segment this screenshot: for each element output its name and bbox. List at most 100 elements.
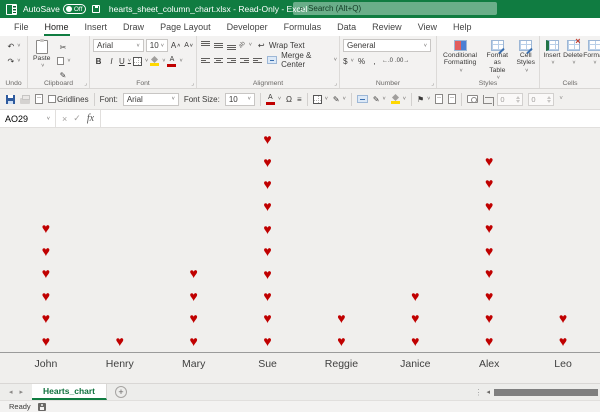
- formula-input[interactable]: [101, 110, 600, 127]
- font-name-combobox[interactable]: Arial: [93, 39, 144, 52]
- number-dialog-launcher-icon[interactable]: ⌟: [431, 81, 434, 87]
- accessibility-icon[interactable]: [37, 402, 46, 411]
- tab-file[interactable]: File: [6, 18, 37, 36]
- tab-developer[interactable]: Developer: [219, 18, 276, 36]
- qat-draw-border-button[interactable]: ✎: [333, 95, 346, 104]
- borders-button[interactable]: [133, 55, 148, 67]
- scrollbar-thumb[interactable]: [494, 388, 598, 396]
- cancel-icon[interactable]: ×: [62, 114, 67, 124]
- qat-erase-border-button[interactable]: ✎: [373, 95, 386, 104]
- underline-button[interactable]: U: [119, 55, 131, 67]
- number-format-combobox[interactable]: General: [343, 39, 431, 52]
- delete-cells-button[interactable]: Delete: [563, 37, 583, 68]
- wrap-text-button[interactable]: ↩ Wrap Text: [258, 39, 305, 51]
- sheet-nav-right-icon[interactable]: ▸: [20, 388, 24, 396]
- font-size-combobox[interactable]: 10: [145, 39, 168, 52]
- group-objects-button[interactable]: [435, 94, 444, 104]
- horizontal-scrollbar[interactable]: [494, 385, 600, 400]
- quick-print-button[interactable]: [20, 94, 30, 104]
- save-icon[interactable]: [91, 5, 100, 13]
- orientation-button[interactable]: ab: [238, 39, 252, 51]
- align-right-button[interactable]: [226, 54, 237, 66]
- crop-button[interactable]: [483, 94, 495, 106]
- spinner-arrows-icon[interactable]: [516, 95, 521, 103]
- format-cells-button[interactable]: Format: [583, 39, 600, 68]
- decrease-font-size-button[interactable]: A ˅: [183, 40, 194, 52]
- height-spinner[interactable]: 0: [528, 92, 555, 106]
- spinner-arrows-icon[interactable]: [547, 95, 552, 103]
- undo-button[interactable]: ↶: [8, 40, 21, 52]
- align-center-button[interactable]: [213, 54, 224, 66]
- font-dialog-launcher-icon[interactable]: ⌟: [191, 81, 194, 87]
- qat-font-color-button[interactable]: A: [265, 94, 281, 105]
- qat-borders-button[interactable]: [312, 94, 328, 104]
- camera-button[interactable]: [467, 95, 479, 103]
- align-top-button[interactable]: [200, 39, 211, 51]
- toolbar-overflow-button[interactable]: ˅: [559, 96, 563, 102]
- new-sheet-button[interactable]: +: [115, 386, 128, 398]
- copy-button[interactable]: [55, 55, 70, 67]
- align-middle-button[interactable]: [213, 39, 224, 51]
- fill-color-button[interactable]: [150, 55, 165, 67]
- align-bottom-button[interactable]: [226, 39, 237, 51]
- tab-data[interactable]: Data: [329, 18, 364, 36]
- decrease-decimal-button[interactable]: .00→: [395, 55, 409, 67]
- ungroup-objects-button[interactable]: [448, 94, 457, 104]
- alignment-dialog-launcher-icon[interactable]: ⌟: [334, 81, 337, 87]
- chart-sheet[interactable]: ♥ ♥ ♥ ♥ ♥ ♥ ♥ ♥ ♥ ♥ ♥ ♥ ♥ ♥ ♥ ♥ ♥ ♥ ♥ ♥ ♥ ♥ ♥ ♥ ♥ ♥ ♥ ♥ ♥ ♥ ♥ ♥ ♥ ♥ ♥ ♥ ♥ Jo…: [0, 128, 600, 383]
- clipboard-dialog-launcher-icon[interactable]: ⌟: [84, 81, 87, 87]
- increase-indent-button[interactable]: [252, 54, 263, 66]
- tab-review[interactable]: Review: [364, 18, 410, 36]
- tab-view[interactable]: View: [410, 18, 445, 36]
- tab-home[interactable]: Home: [37, 18, 77, 36]
- bold-button[interactable]: B: [93, 55, 104, 67]
- gridlines-checkbox[interactable]: [48, 95, 56, 103]
- flag-button[interactable]: ⚑: [417, 95, 430, 104]
- save-button[interactable]: [6, 94, 15, 104]
- qat-size-combobox[interactable]: 10: [224, 92, 255, 106]
- font-color-button[interactable]: A: [167, 55, 182, 67]
- qat-fill-color-button[interactable]: [390, 93, 406, 104]
- format-painter-button[interactable]: ✎: [55, 69, 70, 81]
- tab-page-layout[interactable]: Page Layout: [152, 18, 219, 36]
- autosave-toggle[interactable]: Off: [62, 4, 86, 14]
- width-spinner[interactable]: 0: [497, 92, 524, 106]
- gridlines-toggle[interactable]: Gridlines: [48, 95, 89, 104]
- merge-center-button[interactable]: Merge & Center: [267, 51, 337, 69]
- format-as-table-button[interactable]: Format as Table: [483, 39, 511, 82]
- tab-draw[interactable]: Draw: [115, 18, 152, 36]
- italic-button[interactable]: I: [106, 55, 117, 67]
- qat-merge-button[interactable]: [356, 95, 368, 103]
- autosave-control[interactable]: AutoSave Off: [23, 4, 86, 14]
- sheet-tab-hearts-chart[interactable]: Hearts_chart: [32, 384, 108, 400]
- decrease-indent-button[interactable]: [239, 54, 250, 66]
- splitter-dots-icon[interactable]: ⋮: [474, 388, 482, 397]
- accounting-format-button[interactable]: $: [343, 55, 354, 67]
- search-input[interactable]: ⌕ Search (Alt+Q): [293, 2, 497, 15]
- tab-formulas[interactable]: Formulas: [276, 18, 330, 36]
- hscroll-left-icon[interactable]: ◂: [486, 388, 490, 396]
- sheet-nav-left-icon[interactable]: ◂: [9, 388, 13, 396]
- tab-insert[interactable]: Insert: [77, 18, 116, 36]
- align-text-button[interactable]: ≡: [297, 95, 302, 104]
- name-box[interactable]: AO29: [0, 110, 56, 127]
- redo-button[interactable]: ↷: [8, 55, 21, 67]
- conditional-formatting-button[interactable]: Conditional Formatting: [440, 39, 480, 75]
- comma-style-button[interactable]: ,: [369, 55, 380, 67]
- insert-function-icon[interactable]: fx: [87, 113, 94, 124]
- print-preview-button[interactable]: [35, 94, 43, 104]
- cut-button[interactable]: ✂: [55, 41, 70, 53]
- increase-decimal-button[interactable]: ←.0: [382, 55, 393, 67]
- conditional-formatting-label: Conditional Formatting: [443, 52, 478, 67]
- insert-cells-button[interactable]: Insert: [543, 39, 561, 68]
- enter-icon[interactable]: ✓: [73, 113, 81, 124]
- cell-styles-button[interactable]: Cell Styles: [515, 39, 538, 75]
- tab-help[interactable]: Help: [445, 18, 480, 36]
- paste-button[interactable]: Paste: [31, 39, 52, 71]
- align-left-button[interactable]: [200, 54, 211, 66]
- qat-font-combobox[interactable]: Arial: [122, 92, 179, 106]
- eraser-pen-icon: ✎: [372, 94, 380, 104]
- percent-style-button[interactable]: %: [356, 55, 367, 67]
- symbol-button[interactable]: Ω: [286, 95, 292, 104]
- increase-font-size-button[interactable]: A ˄: [170, 40, 181, 52]
